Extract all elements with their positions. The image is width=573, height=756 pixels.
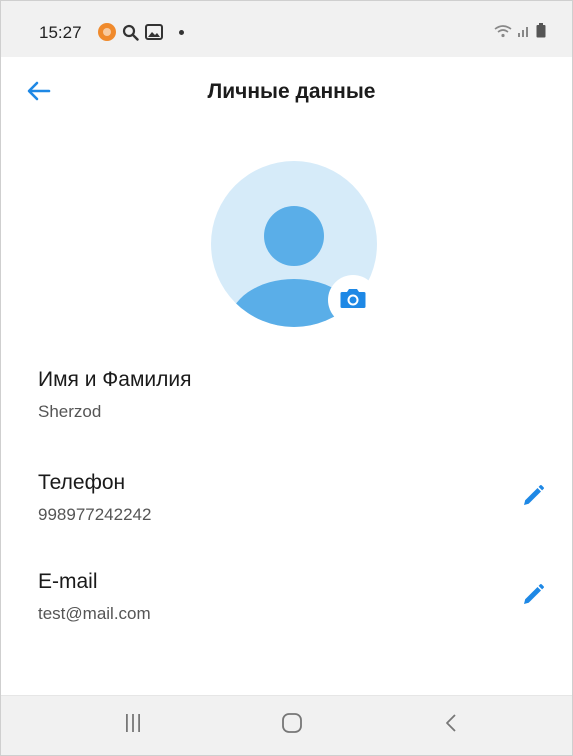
more-dot-icon: [179, 29, 184, 35]
field-label: E-mail: [38, 570, 98, 593]
gallery-icon: [145, 24, 163, 40]
field-full-name: Имя и Фамилия Sherzod: [38, 368, 548, 422]
camera-icon: [339, 286, 367, 315]
status-icons-right: [494, 23, 546, 43]
home-button[interactable]: [281, 712, 303, 739]
recent-apps-icon: [123, 714, 143, 738]
home-icon: [281, 713, 303, 738]
page-title: Личные данные: [207, 80, 376, 103]
field-phone: Телефон 998977242242: [38, 471, 548, 525]
field-email: E-mail test@mail.com: [38, 570, 548, 624]
status-bar: 15:27: [1, 1, 572, 57]
pencil-icon: [521, 484, 545, 513]
change-photo-button[interactable]: [328, 275, 378, 325]
signal-icon: [517, 24, 531, 43]
field-value: 998977242242: [38, 505, 152, 524]
edit-phone-button[interactable]: [518, 483, 548, 513]
app-bar: Личные данные: [1, 57, 572, 127]
status-icons-left: [98, 23, 184, 41]
battery-icon: [536, 23, 546, 43]
field-label: Телефон: [38, 471, 126, 494]
field-value: test@mail.com: [38, 604, 151, 623]
back-icon: [444, 714, 458, 738]
app-notification-icon: [98, 23, 116, 41]
avatar-head: [264, 206, 324, 266]
search-icon: [122, 24, 139, 41]
field-label: Имя и Фамилия: [38, 368, 192, 391]
phone-screen: 15:27 Личные данные Имя и Фамилия Sherzo…: [0, 0, 573, 756]
edit-email-button[interactable]: [518, 582, 548, 612]
pencil-icon: [521, 583, 545, 612]
nav-back-button[interactable]: [444, 712, 458, 739]
recent-apps-button[interactable]: [123, 712, 143, 739]
wifi-icon: [494, 24, 512, 43]
system-nav-bar: [1, 695, 572, 755]
field-value: Sherzod: [38, 402, 102, 421]
status-time: 15:27: [39, 23, 82, 42]
avatar-container: [211, 161, 378, 327]
